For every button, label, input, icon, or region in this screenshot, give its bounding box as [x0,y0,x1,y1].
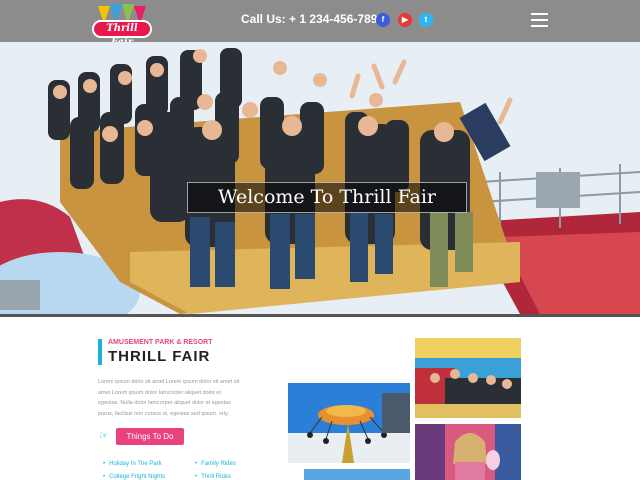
hero-banner: Welcome To Thrill Fair [0,42,640,314]
bottom-photo[interactable] [304,469,410,480]
hero-rollercoaster-photo [0,42,640,314]
about-section: AMUSEMENT PARK & RESORT THRILL FAIR Lore… [0,317,640,480]
twitter-icon[interactable]: t [419,13,433,27]
section-accent-bar [98,339,102,365]
feature-college-fright-nights[interactable]: College Fright Nights [103,474,165,480]
section-subtitle: AMUSEMENT PARK & RESORT [108,339,213,346]
youtube-icon[interactable]: ▶ [398,13,412,27]
facebook-icon[interactable]: f [376,13,390,27]
feature-holiday-in-the-park[interactable]: Holiday In The Park [103,461,162,467]
hamburger-menu-icon[interactable] [531,13,548,27]
section-title: THRILL FAIR [108,348,211,365]
pointing-hand-icon: ☞ [99,430,109,442]
girl-with-treat-photo[interactable] [415,424,521,480]
logo-text: Thrill Fair [92,20,152,48]
coaster-riders-photo[interactable] [415,338,521,418]
top-header: Thrill Fair Call Us: + 1 234-456-789 f ▶… [0,0,640,48]
about-text-line: amet Lorem ipsum dolor lamcorper aliquet… [98,389,221,396]
about-text-line: egestas. Nulla dolor lamcorper aliquet d… [98,400,231,406]
about-text-line: purus, facilisis non cursus ut, egestas … [98,410,230,417]
swing-ride-photo[interactable] [288,383,410,463]
logo[interactable]: Thrill Fair [92,4,152,48]
call-us-text: Call Us: + 1 234-456-789 [241,12,378,26]
hero-title: Welcome To Thrill Fair [187,182,467,213]
about-text: Lorem ipsum dolor sit amet Lorem ipsum d… [98,377,248,419]
things-to-do-button[interactable]: Things To Do [116,428,184,445]
about-text-line: Lorem ipsum dolor sit amet Lorem ipsum d… [98,379,240,385]
feature-family-rides[interactable]: Family Rides [195,461,236,467]
feature-thrill-rides[interactable]: Thrill Rides [195,474,231,480]
